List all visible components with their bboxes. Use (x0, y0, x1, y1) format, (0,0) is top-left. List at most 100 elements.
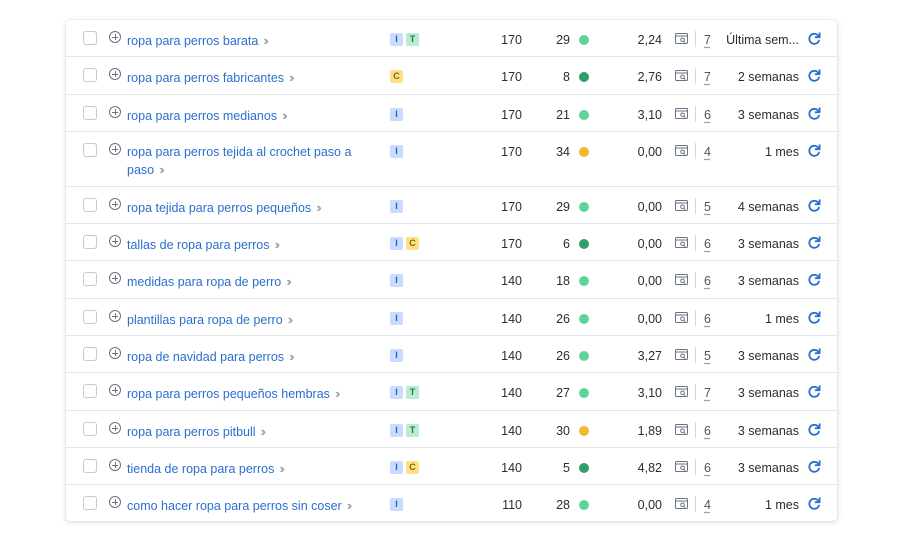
chevron-double-right-icon[interactable]: ›› (279, 461, 284, 476)
serp-results-count[interactable]: 6 (704, 273, 711, 290)
keyword-link[interactable]: ropa para perros medianos ›› (127, 107, 387, 125)
row-checkbox[interactable] (83, 106, 97, 120)
refresh-icon[interactable] (807, 273, 821, 287)
keyword-link[interactable]: medidas para ropa de perro ›› (127, 273, 387, 291)
serp-features-icon[interactable] (675, 498, 688, 509)
serp-results-count[interactable]: 5 (704, 199, 711, 216)
serp-results-count[interactable]: 7 (704, 385, 711, 402)
chevron-double-right-icon[interactable]: ›› (159, 162, 164, 177)
serp-features-icon[interactable] (675, 424, 688, 435)
keyword-link[interactable]: ropa para perros fabricantes ›› (127, 69, 387, 87)
keyword-link[interactable]: ropa para perros pitbull ›› (127, 423, 387, 441)
refresh-icon[interactable] (807, 69, 821, 83)
keyword-text[interactable]: medidas para ropa de perro (127, 275, 281, 289)
add-to-list-icon[interactable] (109, 272, 121, 284)
add-to-list-icon[interactable] (109, 459, 121, 471)
keyword-text[interactable]: como hacer ropa para perros sin coser (127, 499, 342, 513)
row-checkbox[interactable] (83, 68, 97, 82)
row-checkbox[interactable] (83, 272, 97, 286)
refresh-icon[interactable] (807, 385, 821, 399)
row-checkbox[interactable] (83, 31, 97, 45)
refresh-icon[interactable] (807, 460, 821, 474)
serp-results-count[interactable]: 4 (704, 144, 711, 161)
serp-features-icon[interactable] (675, 70, 688, 81)
serp-results-count[interactable]: 4 (704, 497, 711, 514)
add-to-list-icon[interactable] (109, 310, 121, 322)
row-checkbox[interactable] (83, 459, 97, 473)
add-to-list-icon[interactable] (109, 143, 121, 155)
keyword-link[interactable]: ropa tejida para perros pequeños ›› (127, 199, 387, 217)
chevron-double-right-icon[interactable]: ›› (261, 424, 266, 439)
serp-results-count[interactable]: 7 (704, 69, 711, 86)
row-checkbox[interactable] (83, 347, 97, 361)
keyword-link[interactable]: ropa para perros pequeños hembras ›› (127, 385, 387, 403)
keyword-text[interactable]: ropa para perros fabricantes (127, 71, 284, 85)
keyword-link[interactable]: ropa de navidad para perros ›› (127, 348, 387, 366)
add-to-list-icon[interactable] (109, 235, 121, 247)
row-checkbox[interactable] (83, 496, 97, 510)
keyword-link[interactable]: tallas de ropa para perros ›› (127, 236, 387, 254)
add-to-list-icon[interactable] (109, 68, 121, 80)
chevron-double-right-icon[interactable]: ›› (347, 498, 352, 513)
serp-results-count[interactable]: 6 (704, 107, 711, 124)
chevron-double-right-icon[interactable]: ›› (316, 200, 321, 215)
keyword-text[interactable]: ropa para perros pitbull (127, 425, 256, 439)
serp-results-count[interactable]: 7 (704, 32, 711, 49)
serp-results-count[interactable]: 6 (704, 460, 711, 477)
chevron-double-right-icon[interactable]: ›› (286, 274, 291, 289)
chevron-double-right-icon[interactable]: ›› (289, 349, 294, 364)
serp-results-count[interactable]: 5 (704, 348, 711, 365)
add-to-list-icon[interactable] (109, 496, 121, 508)
serp-features-icon[interactable] (675, 386, 688, 397)
row-checkbox[interactable] (83, 143, 97, 157)
serp-features-icon[interactable] (675, 274, 688, 285)
add-to-list-icon[interactable] (109, 198, 121, 210)
refresh-icon[interactable] (807, 32, 821, 46)
serp-results-count[interactable]: 6 (704, 236, 711, 253)
keyword-link[interactable]: como hacer ropa para perros sin coser ›› (127, 497, 387, 515)
row-checkbox[interactable] (83, 422, 97, 436)
keyword-link[interactable]: tienda de ropa para perros ›› (127, 460, 387, 478)
serp-features-icon[interactable] (675, 108, 688, 119)
keyword-link[interactable]: ropa para perros tejida al crochet paso … (127, 144, 387, 179)
row-checkbox[interactable] (83, 384, 97, 398)
chevron-double-right-icon[interactable]: ›› (263, 33, 268, 48)
refresh-icon[interactable] (807, 144, 821, 158)
refresh-icon[interactable] (807, 497, 821, 511)
add-to-list-icon[interactable] (109, 31, 121, 43)
keyword-text[interactable]: ropa para perros medianos (127, 109, 277, 123)
keyword-text[interactable]: tienda de ropa para perros (127, 462, 274, 476)
refresh-icon[interactable] (807, 236, 821, 250)
keyword-text[interactable]: plantillas para ropa de perro (127, 313, 283, 327)
keyword-link[interactable]: ropa para perros barata ›› (127, 32, 387, 50)
chevron-double-right-icon[interactable]: ›› (282, 108, 287, 123)
refresh-icon[interactable] (807, 348, 821, 362)
serp-results-count[interactable]: 6 (704, 423, 711, 440)
serp-features-icon[interactable] (675, 461, 688, 472)
keyword-link[interactable]: plantillas para ropa de perro ›› (127, 311, 387, 329)
row-checkbox[interactable] (83, 235, 97, 249)
serp-features-icon[interactable] (675, 145, 688, 156)
chevron-double-right-icon[interactable]: ›› (289, 70, 294, 85)
serp-features-icon[interactable] (675, 237, 688, 248)
add-to-list-icon[interactable] (109, 106, 121, 118)
add-to-list-icon[interactable] (109, 347, 121, 359)
serp-features-icon[interactable] (675, 33, 688, 44)
refresh-icon[interactable] (807, 199, 821, 213)
serp-features-icon[interactable] (675, 312, 688, 323)
refresh-icon[interactable] (807, 423, 821, 437)
keyword-text[interactable]: ropa para perros pequeños hembras (127, 387, 330, 401)
serp-features-icon[interactable] (675, 349, 688, 360)
keyword-text[interactable]: ropa de navidad para perros (127, 350, 284, 364)
refresh-icon[interactable] (807, 311, 821, 325)
serp-results-count[interactable]: 6 (704, 311, 711, 328)
row-checkbox[interactable] (83, 198, 97, 212)
refresh-icon[interactable] (807, 107, 821, 121)
add-to-list-icon[interactable] (109, 384, 121, 396)
add-to-list-icon[interactable] (109, 422, 121, 434)
row-checkbox[interactable] (83, 310, 97, 324)
keyword-text[interactable]: tallas de ropa para perros (127, 238, 269, 252)
chevron-double-right-icon[interactable]: ›› (274, 237, 279, 252)
keyword-text[interactable]: ropa para perros barata (127, 34, 258, 48)
chevron-double-right-icon[interactable]: ›› (288, 312, 293, 327)
